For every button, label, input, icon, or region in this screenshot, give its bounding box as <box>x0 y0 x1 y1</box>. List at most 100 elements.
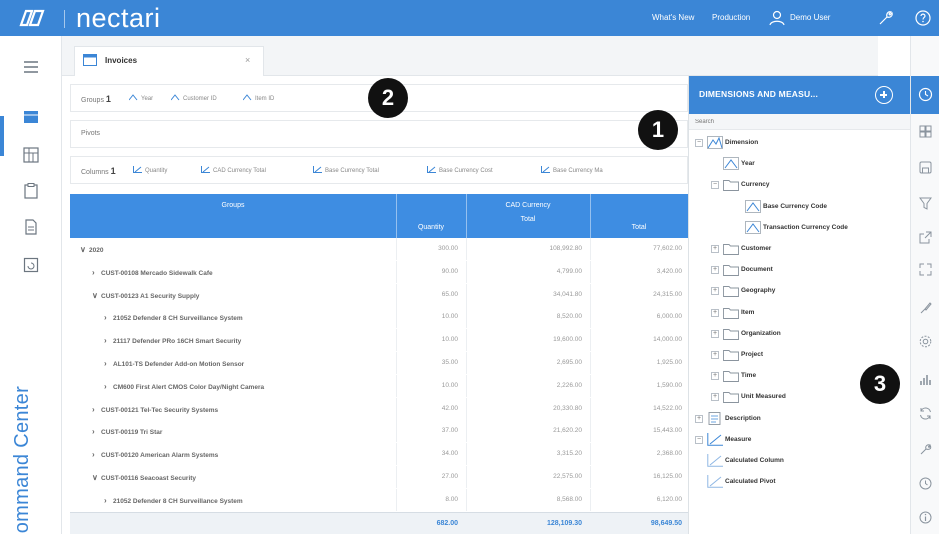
layout-grid-icon[interactable] <box>918 124 933 139</box>
expand-toggle-icon[interactable]: + <box>711 308 719 317</box>
table-row[interactable]: ∨ CUST-00123 A1 Security Supply 65.00 34,04… <box>70 283 688 306</box>
report-icon[interactable] <box>22 256 40 274</box>
expand-toggle-icon[interactable]: + <box>711 245 719 253</box>
collapse-toggle-icon[interactable]: − <box>695 139 703 147</box>
save-icon[interactable] <box>918 160 933 175</box>
row-cad-total: 34,041.80 <box>553 290 582 298</box>
columns-well[interactable]: Columns 1 Quantity CAD Currency Total Ba… <box>70 156 688 184</box>
row-label-text: CUST-00108 Mercado Sidewalk Cafe <box>101 269 213 277</box>
tab-invoices[interactable]: Invoices × <box>74 46 264 76</box>
chevron-right-icon[interactable]: › <box>92 405 101 414</box>
chevron-down-icon[interactable]: ∨ <box>80 245 89 254</box>
chevron-right-icon[interactable]: › <box>104 359 113 368</box>
table-row[interactable]: › 21117 Defender PRo 16CH Smart Security 1… <box>70 329 688 352</box>
column-pill-base-currency-total[interactable]: Base Currency Total <box>313 166 379 174</box>
chevron-right-icon[interactable]: › <box>92 450 101 459</box>
row-group-label[interactable]: › 21052 Defender 8 CH Surveillance System <box>104 496 243 505</box>
environment-link[interactable]: Production <box>712 13 750 22</box>
row-group-label[interactable]: › CM600 First Alert CMOS Color Day/Night … <box>104 382 264 391</box>
row-group-label[interactable]: › 21117 Defender PRo 16CH Smart Security <box>104 336 241 345</box>
chevron-right-icon[interactable]: › <box>92 268 101 277</box>
wrench-icon[interactable] <box>918 442 933 457</box>
chevron-right-icon[interactable]: › <box>104 382 113 391</box>
header-total[interactable]: Total <box>590 224 688 231</box>
row-group-label[interactable]: › 21052 Defender 8 CH Surveillance System <box>104 313 243 322</box>
column-pill-cad-currency-total[interactable]: CAD Currency Total <box>201 166 266 174</box>
row-group-label[interactable]: › CUST-00108 Mercado Sidewalk Cafe <box>92 268 213 277</box>
column-pill-base-currency-cost[interactable]: Base Currency Cost <box>427 166 493 174</box>
expand-toggle-icon[interactable]: + <box>711 372 719 381</box>
table-row[interactable]: ∨ 2020 300.00 108,992.80 77,602.00 <box>70 238 688 260</box>
column-pill-quantity[interactable]: Quantity <box>133 166 167 174</box>
bar-chart-icon[interactable] <box>918 372 933 387</box>
row-group-label[interactable]: › AL101-TS Defender Add-on Motion Sensor <box>104 359 244 368</box>
table-row[interactable]: › CUST-00121 Tel-Tec Security Systems 42.0… <box>70 397 688 420</box>
export-icon[interactable] <box>918 230 933 245</box>
chevron-down-icon[interactable]: ∨ <box>92 291 101 300</box>
expand-toggle-icon[interactable]: + <box>711 351 719 359</box>
info-icon[interactable] <box>918 510 933 525</box>
expand-toggle-icon[interactable]: + <box>695 414 703 423</box>
row-group-label[interactable]: › CUST-00119 Tri Star <box>92 427 162 436</box>
wrench-icon[interactable] <box>876 9 894 27</box>
document-icon[interactable] <box>22 218 40 236</box>
grid-view-icon[interactable] <box>22 108 40 126</box>
expand-icon[interactable] <box>918 262 933 277</box>
collapse-toggle-icon[interactable]: − <box>711 181 719 190</box>
chevron-right-icon[interactable]: › <box>104 313 113 322</box>
expand-toggle-icon[interactable]: + <box>711 393 719 402</box>
clipboard-icon[interactable] <box>22 182 40 200</box>
group-pill-customer-id[interactable]: Customer ID <box>171 94 217 102</box>
clock-icon[interactable] <box>918 87 933 102</box>
history-icon[interactable] <box>918 476 933 491</box>
header-groups[interactable]: Groups <box>70 202 396 209</box>
user-name-link[interactable]: Demo User <box>790 13 830 22</box>
table-row[interactable]: › AL101-TS Defender Add-on Motion Sensor 3… <box>70 352 688 374</box>
column-pill-base-currency-margin[interactable]: Base Currency Ma <box>541 166 603 174</box>
settings-gear-icon[interactable] <box>918 334 933 349</box>
table-row[interactable]: › CUST-00119 Tri Star 37.00 21,620.20 15,443… <box>70 420 688 443</box>
chevron-right-icon[interactable]: › <box>104 496 113 505</box>
pivot-table-icon[interactable] <box>22 146 40 164</box>
close-icon[interactable]: × <box>245 55 250 65</box>
header-cad-total[interactable]: Total <box>466 216 590 223</box>
header-quantity[interactable]: Quantity <box>396 224 466 231</box>
group-pill-year[interactable]: Year <box>129 94 153 102</box>
hamburger-menu-icon[interactable] <box>22 58 40 76</box>
expand-toggle-icon[interactable]: + <box>711 266 719 275</box>
header-cad-currency[interactable]: CAD Currency <box>466 202 590 209</box>
add-icon[interactable] <box>875 86 893 104</box>
collapse-toggle-icon[interactable]: − <box>695 435 703 444</box>
callout-marker-2: 2 <box>368 78 408 118</box>
chevron-down-icon[interactable]: ∨ <box>92 473 101 482</box>
row-group-label[interactable]: ∨ CUST-00116 Seacoast Security <box>92 473 196 482</box>
brush-icon[interactable] <box>918 300 933 315</box>
row-group-label[interactable]: › CUST-00120 American Alarm Systems <box>92 450 218 459</box>
row-quantity: 34.00 <box>441 450 458 458</box>
table-row[interactable]: › 21052 Defender 8 CH Surveillance System… <box>70 306 688 329</box>
table-row[interactable]: › CUST-00120 American Alarm Systems 34.00 3… <box>70 443 688 466</box>
chevron-right-icon[interactable]: › <box>92 427 101 436</box>
table-row[interactable]: › CUST-00108 Mercado Sidewalk Cafe 90.00 4,… <box>70 260 688 283</box>
pivots-well[interactable]: Pivots <box>70 120 688 148</box>
refresh-icon[interactable] <box>918 406 933 421</box>
filter-icon[interactable] <box>918 196 933 211</box>
row-group-label[interactable]: ∨ CUST-00123 A1 Security Supply <box>92 291 199 300</box>
description-icon <box>708 411 721 425</box>
search-input[interactable] <box>695 116 895 128</box>
row-group-label[interactable]: ∨ 2020 <box>80 245 103 254</box>
table-row[interactable]: › 21052 Defender 8 CH Surveillance System… <box>70 488 688 511</box>
group-pill-item-id[interactable]: Item ID <box>243 94 274 102</box>
row-group-label[interactable]: › CUST-00121 Tel-Tec Security Systems <box>92 405 218 414</box>
tree-node-label: Description <box>725 414 761 422</box>
help-icon[interactable] <box>914 9 932 27</box>
row-total: 14,000.00 <box>653 336 682 344</box>
chevron-right-icon[interactable]: › <box>104 336 113 345</box>
expand-toggle-icon[interactable]: + <box>711 287 719 296</box>
user-icon[interactable] <box>768 9 786 27</box>
table-row[interactable]: › CM600 First Alert CMOS Color Day/Night … <box>70 374 688 397</box>
table-row[interactable]: ∨ CUST-00116 Seacoast Security 27.00 22,575… <box>70 466 688 488</box>
nectari-logo-icon[interactable] <box>18 8 46 28</box>
expand-toggle-icon[interactable]: + <box>711 329 719 338</box>
whats-new-link[interactable]: What's New <box>652 13 694 22</box>
